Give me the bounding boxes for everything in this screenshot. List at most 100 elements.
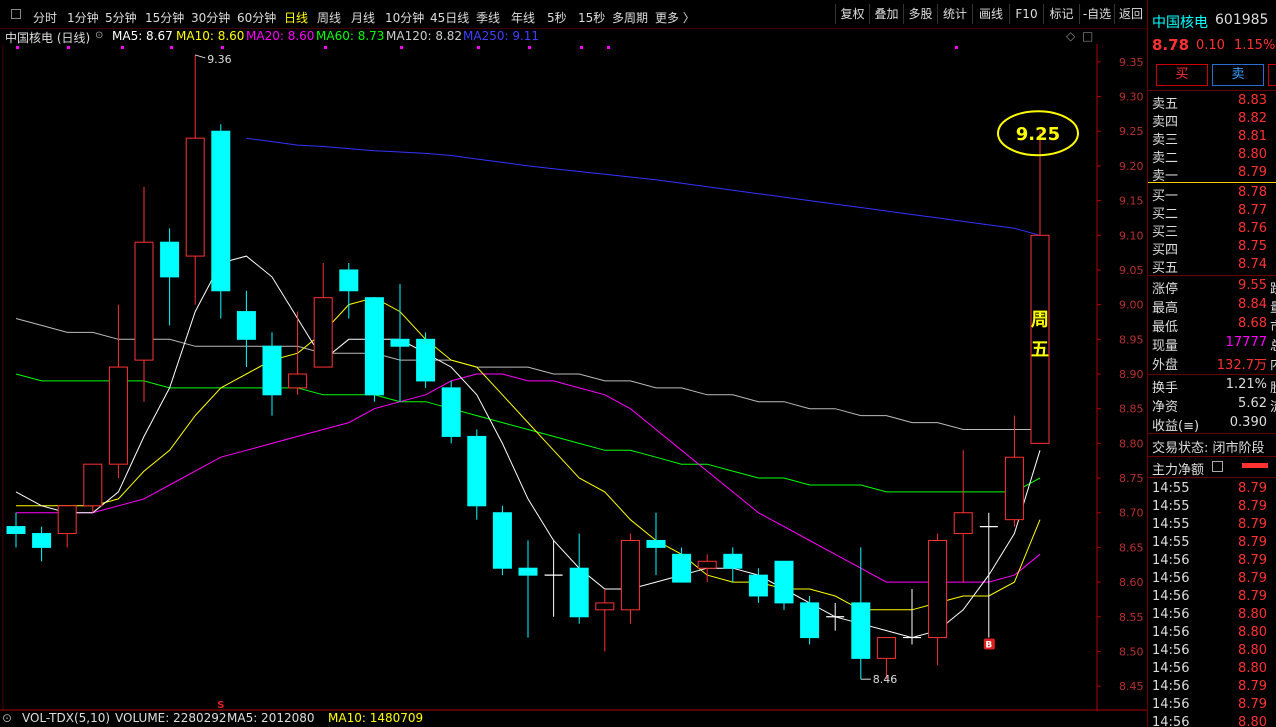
high-pointer	[195, 54, 206, 59]
top-marker-dot	[324, 46, 327, 49]
ask-level: 卖三 8.81	[1148, 128, 1276, 148]
bid-level: 买一 8.78	[1148, 184, 1276, 204]
candle-body	[236, 311, 256, 340]
candle-body	[876, 637, 896, 659]
ask-level-value: 8.79	[1238, 165, 1267, 180]
ma250-line	[246, 137, 1041, 236]
y-tick-label: 8.45	[1119, 680, 1144, 693]
top-marker-dot	[67, 46, 70, 49]
stat-row-label: 收益(≡)	[1152, 419, 1200, 434]
tick-row-value: 8.79	[1238, 499, 1267, 514]
y-tick-label: 9.10	[1119, 229, 1144, 242]
stat-row-label: 最低	[1152, 320, 1179, 335]
candle-body	[185, 137, 205, 257]
candle-body	[723, 553, 743, 569]
flow-title: 主力净额	[1152, 463, 1205, 478]
sell-marker: S	[217, 700, 224, 711]
candle-body	[697, 560, 717, 569]
candle-body	[800, 602, 820, 639]
low-label: 8.46	[873, 673, 898, 686]
tick-row-label: 14:55	[1152, 481, 1190, 496]
candle-body	[928, 539, 948, 639]
flow-bar	[1242, 463, 1268, 468]
candle-body	[108, 366, 128, 465]
top-marker-dot	[16, 46, 19, 49]
stat-row-label: 换手	[1152, 381, 1179, 396]
tick-row: 14:55 8.79	[1148, 480, 1276, 498]
ask-level: 卖二 8.80	[1148, 146, 1276, 166]
chevron-down-icon[interactable]: ⊙	[2, 711, 12, 725]
candle-body	[57, 505, 77, 535]
price-change-pct: 1.15%	[1234, 38, 1276, 53]
tick-row-value: 8.79	[1238, 697, 1267, 712]
tick-row-label: 14:56	[1152, 589, 1190, 604]
tick-row: 14:56 8.79	[1148, 696, 1276, 714]
stat-row-ext: 股	[1270, 377, 1276, 396]
sell-button[interactable]: 卖	[1212, 64, 1264, 86]
tick-row: 14:55 8.79	[1148, 516, 1276, 534]
candle-body	[364, 297, 384, 396]
buy-button[interactable]: 买	[1156, 64, 1208, 86]
y-tick-label: 9.15	[1119, 195, 1144, 208]
ask-level: 卖一 8.79	[1148, 164, 1276, 184]
high-label: 9.36	[207, 53, 232, 66]
top-marker-dot	[955, 46, 958, 49]
candlestick-chart[interactable]: 9.35 9.30 9.25 9.20 9.15 9.10 9.05 9.00 8.95 8.90…	[0, 0, 1147, 711]
candle-body	[646, 539, 666, 548]
y-tick-label: 9.05	[1119, 264, 1144, 277]
top-marker-dot	[221, 46, 224, 49]
tick-row: 14:55 8.79	[1148, 498, 1276, 516]
stat-row: 收益(≡)0.390P	[1148, 414, 1276, 434]
y-tick-label: 8.55	[1119, 611, 1144, 624]
tick-row-label: 14:55	[1152, 499, 1190, 514]
candle-body	[416, 338, 436, 382]
candle-body	[569, 567, 589, 618]
bid-level-value: 8.78	[1238, 185, 1267, 200]
y-tick-label: 8.90	[1119, 368, 1144, 381]
bid-level: 买五 8.74	[1148, 256, 1276, 276]
tick-row-value: 8.80	[1238, 643, 1267, 658]
tick-row: 14:56 8.79	[1148, 570, 1276, 588]
tick-row-label: 14:56	[1152, 607, 1190, 622]
tick-row-value: 8.80	[1238, 661, 1267, 676]
stat-row-label: 涨停	[1152, 282, 1179, 297]
list-icon[interactable]	[1212, 461, 1223, 472]
stat-row-value: 8.84	[1238, 297, 1267, 312]
vertical-label: 五	[1031, 339, 1049, 360]
candle-body	[518, 567, 538, 576]
candle-body	[262, 345, 282, 396]
stat-row: 净资 5.62流	[1148, 395, 1276, 415]
top-marker-dot	[580, 46, 583, 49]
vol-ma5: MA5: 2012080	[227, 711, 315, 725]
ma60-line	[15, 373, 1041, 493]
top-marker-dot	[607, 46, 610, 49]
stock-code: 601985	[1215, 12, 1269, 28]
ask-level-value: 8.81	[1238, 129, 1267, 144]
stat-row-value: 1.21%	[1225, 377, 1267, 392]
tick-row-value: 8.79	[1238, 553, 1267, 568]
y-tick-label: 8.75	[1119, 472, 1144, 485]
y-tick-label: 9.25	[1119, 125, 1144, 138]
vertical-label: 周	[1031, 309, 1049, 330]
price-change: 0.10	[1196, 38, 1225, 53]
stat-row-value: 132.7万	[1216, 358, 1267, 373]
tick-row: 14:56 8.79	[1148, 588, 1276, 606]
vol-value: VOLUME: 2280292	[115, 711, 227, 725]
tick-row-value: 8.79	[1238, 679, 1267, 694]
stat-row: 涨停 9.55跌	[1148, 277, 1276, 297]
buy-marker-label: B	[985, 641, 992, 651]
stat-row-value: 8.68	[1238, 316, 1267, 331]
candle-body	[748, 574, 768, 597]
tick-row-value: 8.80	[1238, 715, 1267, 727]
extra-button[interactable]	[1268, 64, 1276, 86]
tick-row-label: 14:56	[1152, 679, 1190, 694]
stat-row: 最低 8.68市	[1148, 315, 1276, 335]
candle-body	[390, 338, 410, 347]
candle-body	[467, 435, 487, 507]
bid-level-value: 8.76	[1238, 221, 1267, 236]
circle-label: 9.25	[1016, 124, 1060, 145]
y-tick-label: 8.70	[1119, 507, 1144, 520]
ma120-line	[15, 318, 1040, 430]
stat-row-label: 最高	[1152, 301, 1179, 316]
tick-row: 14:56 8.80	[1148, 714, 1276, 727]
